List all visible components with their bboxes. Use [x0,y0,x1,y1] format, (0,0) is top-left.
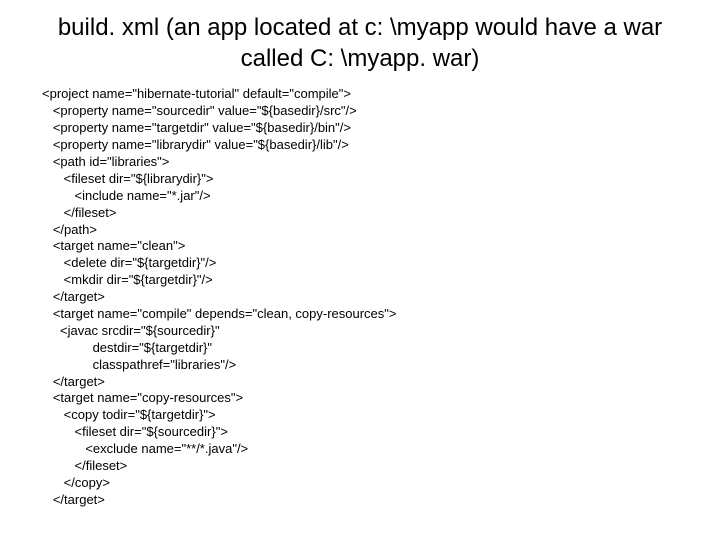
slide-title: build. xml (an app located at c: \myapp … [0,0,720,82]
code-content: <project name="hibernate-tutorial" defau… [0,82,720,508]
